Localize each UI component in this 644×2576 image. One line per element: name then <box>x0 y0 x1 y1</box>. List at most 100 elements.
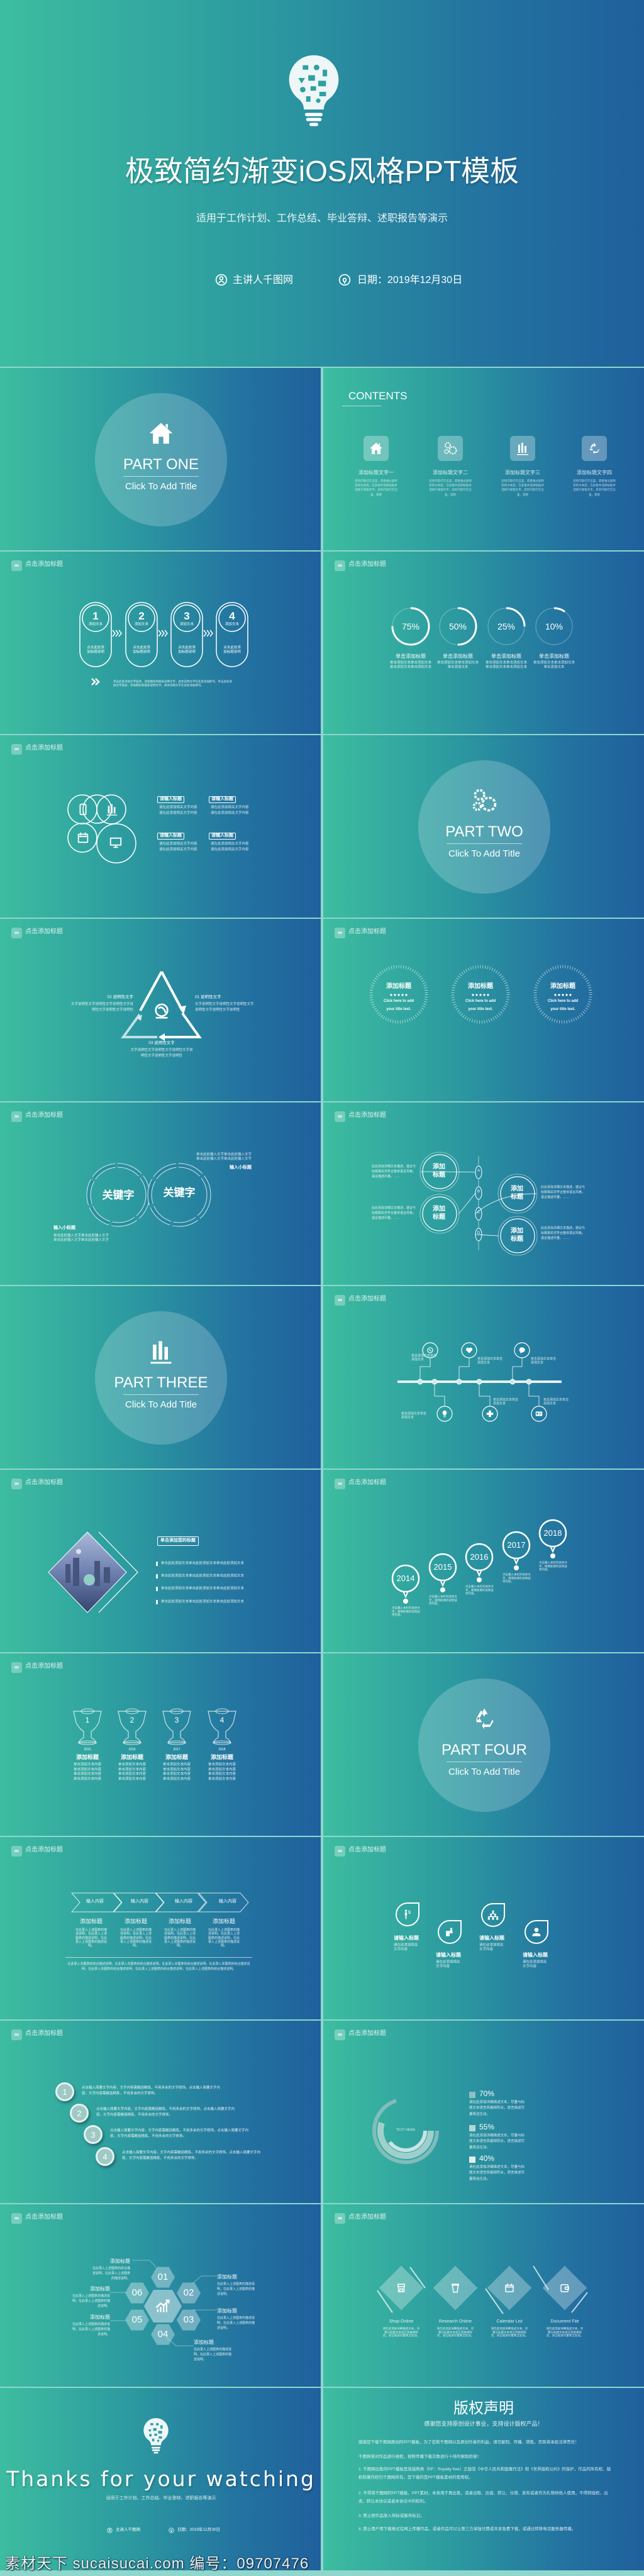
progress-text: 单击添加文本单击添加文本单击添加文本 <box>533 661 575 669</box>
drop-text: 请在此添加相关文字内容 <box>479 1943 504 1951</box>
timeline-text: 单击添加文本单击添加文本 <box>411 1354 437 1362</box>
year-text: 点击输入本栏的具体文字，简明扼要的说明该项内容。 <box>429 1595 457 1606</box>
progress-value: 25% <box>497 621 516 631</box>
slide-header-title: 点击添加标题 <box>348 1846 386 1853</box>
slide-diamonds[interactable]: ∞ 点击添加标题 Shop Online 请在此添加详细描述文本，尽量与标题文本语言风… <box>323 2204 644 2387</box>
trophy-title: 添加标题 <box>210 1754 234 1760</box>
badge-line: your title text. <box>550 1008 575 1011</box>
slide-part-1[interactable]: PART ONE Click To Add Title <box>0 368 321 550</box>
slide-part-2[interactable]: PART TWO Click To Add Title <box>323 735 644 918</box>
contents-item-text: 您的内容打在这里，或者通过复制您的文本后，在此框中选择粘贴并选择只保留文字，您的… <box>501 479 544 496</box>
slide-branches[interactable]: ∞ 点击添加标题 A B C D 添加标题 添加标题 添加标题 添加标题 此处添加详细文本描述，建议… <box>323 1102 644 1285</box>
slide-contents[interactable]: CONTENTS 添加标题文字一 您的内容打在这里，或者通过复制您的文本后，在此框中… <box>323 368 644 550</box>
process-capsules <box>0 552 321 734</box>
hexagon-text: 在此录入上述图表的描述说明，在此录入上述图表的描述说明。 <box>194 2348 232 2362</box>
cycle-text: 文字说明性文字说明性文字说明性文字说明性文字说明性文字说明性 <box>130 1048 193 1058</box>
hexagon-title: 添加标题 <box>217 2274 237 2280</box>
slide-timeline[interactable]: ∞ 点击添加标题 单击添加文本单击添加文本 单击添加文本单击添加文本 单击添加文本单击添… <box>323 1286 644 1468</box>
contents-item-text: 您的内容打在这里，或者通过复制您的文本后，在此框中选择粘贴并选择只保留文字，您的… <box>429 479 472 496</box>
step-text: 点击此处添加标题说明 <box>87 646 104 654</box>
slide-part-4[interactable]: PART FOUR Click To Add Title <box>323 1653 644 1836</box>
branch-letter: A <box>477 1169 480 1173</box>
slide-part-3[interactable]: PART THREE Click To Add Title <box>0 1286 321 1468</box>
copyright-paragraph: 千图网将对作品进行维权，按照传播下载次数进行十倍的索取赔偿！ <box>358 2455 481 2459</box>
slide-rings[interactable]: ∞ 点击添加标题 TEXT HERE 70% 请在此添加详细描述文本，尽量与标题文本语言… <box>323 2021 644 2203</box>
trophy-year: 2018 <box>218 1748 226 1752</box>
step-text: 点击输入简要文字内容，文字内容需概括精炼，不用多余的文字修饰。点击输入简要文字内… <box>122 2151 261 2160</box>
gears-icon <box>470 787 498 814</box>
year-text: 点击输入本栏的具体文字，简明扼要的说明该项内容。 <box>539 1561 567 1572</box>
chevron-label: 输入内容 <box>219 1899 236 1904</box>
trophy-text: 单击添加文本内容 单击添加文本内容 单击添加文本内容 单击添加文本内容 <box>162 1763 191 1782</box>
watermark: 素材天下 sucaisucai.com 编号：09707476 <box>5 2555 309 2572</box>
part-label: PART FOUR <box>441 1741 528 1758</box>
slide-process[interactable]: ∞ 点击添加标题 1 添加文本 点击此处添加标题说明 2 添加文本 点击此处添加标题说明 3 添加… <box>0 552 321 734</box>
hexagon-text: 在此录入上述图表的描述说明，在此录入上述图表的描述说明。 <box>217 2282 255 2296</box>
cover-title: 极致简约渐变iOS风格PPT模板 <box>125 155 519 187</box>
house-icon <box>147 419 175 447</box>
slide-thanks[interactable]: Thanks for your watching 适用于工作计划、工作总结、毕业答… <box>0 2388 321 2570</box>
divider <box>123 1394 199 1395</box>
presenter-icon: $ <box>401 1908 414 1921</box>
clover-item-text: 请在此添加相关文字内容请在此添加相关文字内容 <box>211 842 249 852</box>
year-label: 2018 <box>543 1528 562 1538</box>
slide-drops[interactable]: ∞ 点击添加标题 $ 请输入标题 请在此添加相关文字内容 请输入标题 请在此添加相关文字内容… <box>323 1837 644 2019</box>
contents-item[interactable]: 添加标题文字四 您的内容打在这里，或者通过复制您的文本后，在此框中选择粘贴并选择只… <box>569 431 619 513</box>
calendar-icon <box>76 831 90 845</box>
progress-value: 50% <box>448 621 467 631</box>
step-label: 添加文本 <box>179 623 194 626</box>
user-icon <box>530 1926 543 1938</box>
image-list-bullet: 单击此处添加文本单击此处添加文本单击此处添加文本 <box>156 1574 244 1579</box>
year-text: 点击输入本栏的具体文字，简明扼要的说明该项内容。 <box>502 1573 531 1584</box>
bar-chart-icon <box>147 1338 175 1365</box>
step-text: 点击输入简要文字内容，文字内容需概括精炼，不用多余的文字修饰。点击输入简要文字内… <box>82 2086 221 2096</box>
slide-clover[interactable]: ∞ 点击添加标题 请输入标题 请在此添加相关文字内容请在此添加相关文字内容 请输入标题请… <box>0 735 321 918</box>
year-text: 点击输入本栏的具体文字，简明扼要的说明该项内容。 <box>392 1606 420 1617</box>
clover-item-text: 请在此添加相关文字内容请在此添加相关文字内容 <box>159 842 197 852</box>
chevron-text: 在此录入上述图表的描述说明，在此录入上述图表的描述说明，在此录入上述图表的描述说… <box>164 1928 196 1948</box>
drop-text: 请在此添加相关文字内容 <box>523 1960 547 1968</box>
timeline-text: 单击添加文本单击添加文本 <box>493 1398 519 1406</box>
chevron-title: 添加标题 <box>124 1918 148 1924</box>
slide-image-list[interactable]: ∞ 点击添加标题 单击添加您的标题 单击此处添加文本单击此处添加文本单击此处添加文本单… <box>0 1470 321 1652</box>
timeline-dot <box>431 1379 438 1385</box>
legend-value: 70% <box>479 2089 495 2098</box>
slide-steps[interactable]: ∞ 点击添加标题 1 点击输入简要文字内容，文字内容需概括精炼，不用多余的文字修饰。点… <box>0 2021 321 2203</box>
legend-text: 请在此添加详细描述文本，尽量与标题文本语言风格相符合，语言描述尽量简洁生动。 <box>469 2165 525 2181</box>
slide-keywords[interactable]: ∞ 点击添加标题 关键字 关键字 单击此处输入文字单击此处输入文字 单击此处输入文字单击… <box>0 1102 321 1285</box>
slide-copyright[interactable]: 版权声明 感谢您支持原创设计事业，支持设计版权产品！ 感谢您下载千图网原创的PPT模… <box>323 2388 644 2570</box>
trophy-rank: 3 <box>174 1716 179 1724</box>
ring-center-label: TEXT HERE <box>396 2128 416 2132</box>
slide-hexagons[interactable]: ∞ 点击添加标题 01 02 03 04 05 06 添加标题 在此录入上述图表的综合描述说明，在… <box>0 2204 321 2387</box>
badge-title: 添加标题 <box>468 983 493 990</box>
hexagon-number: 05 <box>131 2314 143 2325</box>
slide-years[interactable]: ∞ 点击添加标题 2014 点击输入本栏的具体文字，简明扼要的说明该项内容。 2015 点… <box>323 1470 644 1652</box>
legend-swatch <box>469 2125 475 2131</box>
hexagon-number: 01 <box>157 2272 169 2282</box>
image-list-title: 单击添加您的标题 <box>157 1536 199 1546</box>
step-label: 添加文本 <box>134 623 149 626</box>
branch-title: 添加标题 <box>511 1185 523 1201</box>
trophy-text: 单击添加文本内容 单击添加文本内容 单击添加文本内容 单击添加文本内容 <box>208 1763 236 1782</box>
slide-cycle[interactable]: ∞ 点击添加标题 01 说明性文字 文字说明性文字说明性文字说明性文字说明性文字说明性… <box>0 919 321 1101</box>
contents-item[interactable]: 添加标题文字三 您的内容打在这里，或者通过复制您的文本后，在此框中选择粘贴并选择只… <box>497 431 548 513</box>
trophy-rank: 1 <box>85 1716 90 1724</box>
step-text: 点击此处添加标题说明 <box>133 646 150 654</box>
trophy-rank: 2 <box>130 1716 135 1724</box>
progress-title: 单击添加标题 <box>491 653 521 659</box>
slide-chevrons[interactable]: ∞ 点击添加标题 输入内容 添加标题 在此录入上述图表的描述说明，在此录入上述图表的描述… <box>0 1837 321 2019</box>
year-text: 点击输入本栏的具体文字，简明扼要的说明该项内容。 <box>465 1585 494 1596</box>
contents-item-text: 您的内容打在这里，或者通过复制您的文本后，在此框中选择粘贴并选择只保留文字，您的… <box>573 479 616 496</box>
contents-item-title: 添加标题文字一 <box>358 470 394 475</box>
slide-cover[interactable]: 极致简约渐变iOS风格PPT模板 适用于工作计划、工作总结、毕业答辩、述职报告等演… <box>0 0 644 367</box>
contents-item[interactable]: 添加标题文字二 您的内容打在这里，或者通过复制您的文本后，在此框中选择粘贴并选择只… <box>425 431 475 513</box>
badge-title: 添加标题 <box>386 983 411 990</box>
slide-progress[interactable]: ∞ 点击添加标题 75% 单击添加标题 单击添加文本单击添加文本单击添加文本单击添加文本… <box>323 552 644 734</box>
slide-trophies[interactable]: ∞ 点击添加标题 1 2015 添加标题 单击添加文本内容 单击添加文本内容 单击添加文本… <box>0 1653 321 1836</box>
contents-item[interactable]: 添加标题文字一 您的内容打在这里，或者通过复制您的文本后，在此框中选择粘贴并选择只… <box>351 431 401 513</box>
step-number: 4 <box>229 610 235 622</box>
drop-title: 请输入标题 <box>523 1952 548 1958</box>
legend-text: 请在此添加详细描述文本，尽量与标题文本语言风格相符合，语言描述尽量简洁生动。 <box>469 2134 525 2150</box>
process-note: 单击此处添加文字描述，添加图标和图表说明文字，具体说明文字在此处添加即可。单击此… <box>113 680 232 687</box>
slide-badges[interactable]: ∞ 点击添加标题 添加标题 Click here to add your title t… <box>323 919 644 1101</box>
